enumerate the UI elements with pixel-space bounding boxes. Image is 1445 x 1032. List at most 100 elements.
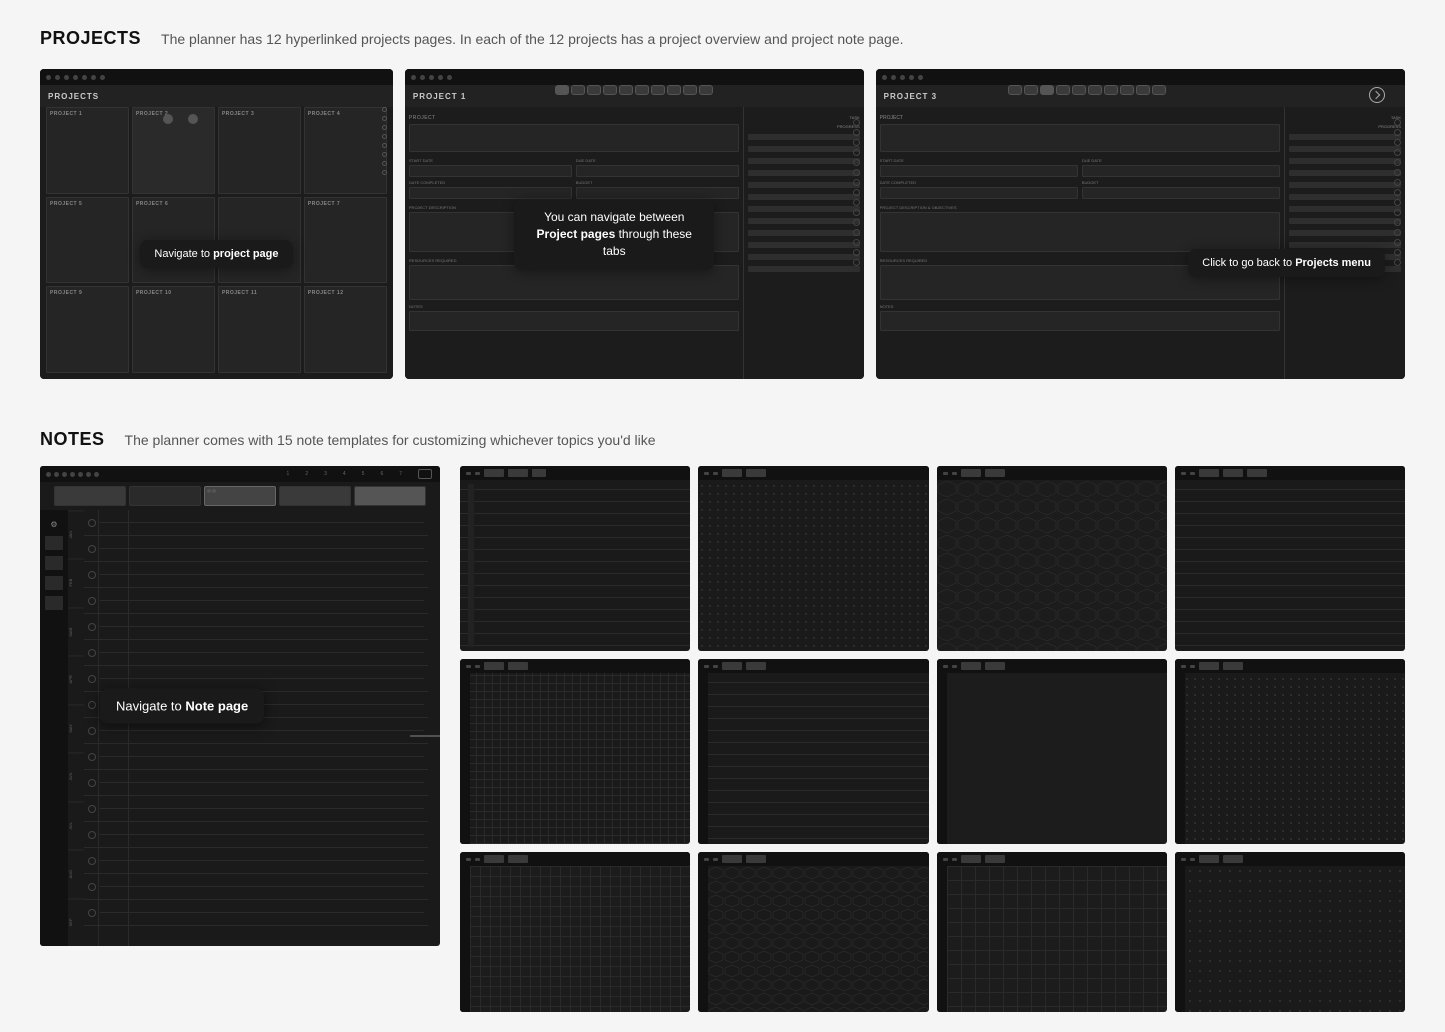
row-circle: [88, 571, 96, 579]
tab-pill[interactable]: [1088, 85, 1102, 95]
tab-pill[interactable]: [1008, 85, 1022, 95]
project-cell[interactable]: PROJECT 12: [304, 286, 387, 373]
task-line: [748, 182, 860, 188]
tab-pill-active[interactable]: [1040, 85, 1054, 95]
task-list: [748, 134, 860, 275]
tab-pill[interactable]: [619, 85, 633, 95]
notes-planner-tabs[interactable]: [50, 482, 430, 510]
note-header-11: [937, 852, 1167, 866]
project-cell[interactable]: PROJECT 11: [218, 286, 301, 373]
sidebar-item-3: [45, 576, 63, 590]
project-cell[interactable]: PROJECT 3: [218, 107, 301, 194]
notes-template-grid: [460, 466, 1405, 1012]
note-template-r3-2: [698, 852, 928, 1012]
tab-pill[interactable]: [1136, 85, 1150, 95]
planner-title-bar-1: PROJECTS: [40, 85, 393, 107]
screenshots-row: PROJECTS PROJECT 1 PROJECT 2 PROJECT 3: [40, 69, 1405, 379]
header-dot: [420, 75, 425, 80]
tab-pill[interactable]: [1152, 85, 1166, 95]
header-dot: [438, 75, 443, 80]
tab-pill[interactable]: [587, 85, 601, 95]
task-line: [748, 146, 860, 152]
left-margin: [468, 480, 474, 647]
row-circle: [88, 753, 96, 761]
month-column: JAN FEB MAR APR MAY JUN JUL AUG SEP: [68, 510, 84, 946]
tab-pill[interactable]: [635, 85, 649, 95]
month-jan: JAN: [68, 510, 84, 558]
tab-pill[interactable]: [651, 85, 665, 95]
planner-title-text-1: PROJECTS: [48, 92, 99, 101]
row-line: [100, 574, 424, 575]
r-circle: [853, 229, 860, 236]
tab-pill[interactable]: [603, 85, 617, 95]
header-dot: [82, 75, 87, 80]
completed-box: [409, 187, 572, 199]
tabs-bar-3[interactable]: [1008, 85, 1166, 95]
note-header-8: [1175, 659, 1405, 673]
row-circle: [88, 701, 96, 709]
month-feb: FEB: [68, 558, 84, 606]
notes-planner-mock: 1 2 3 4 5 6 7: [40, 466, 440, 946]
row-circle: [88, 857, 96, 865]
header-dot: [411, 75, 416, 80]
tab-pill[interactable]: [683, 85, 697, 95]
honeycomb-svg: [937, 480, 1167, 651]
sidebar-item-2: [45, 556, 63, 570]
task-line: [748, 170, 860, 176]
left-panel: [460, 673, 470, 844]
due-date-box: [576, 165, 739, 177]
header-dot: [447, 75, 452, 80]
tab-pill[interactable]: [1056, 85, 1070, 95]
notes-left-panel: 1 2 3 4 5 6 7: [40, 466, 440, 946]
notes-tab-2[interactable]: [129, 486, 201, 506]
row-line: [100, 652, 424, 653]
project-cell[interactable]: PROJECT 10: [132, 286, 215, 373]
notes-tab-active[interactable]: [204, 486, 276, 506]
task-line: [748, 134, 860, 140]
chevron-right-icon: [1372, 91, 1380, 99]
tab-pill[interactable]: [667, 85, 681, 95]
tab-pill[interactable]: [1072, 85, 1086, 95]
row-line: [100, 678, 424, 679]
tab-pill[interactable]: [1104, 85, 1118, 95]
r-circle: [853, 179, 860, 186]
header-dot: [100, 75, 105, 80]
go-back-circle[interactable]: [1369, 87, 1385, 103]
project-cell[interactable]: PROJECT 7: [304, 197, 387, 284]
project-cell[interactable]: PROJECT 4: [304, 107, 387, 194]
notes-tab-4[interactable]: [279, 486, 351, 506]
tab-pill[interactable]: [571, 85, 585, 95]
project-cell[interactable]: PROJECT 9: [46, 286, 129, 373]
navigate-pages-tooltip: You can navigate between Project pages t…: [514, 199, 714, 269]
tab-pill[interactable]: [699, 85, 713, 95]
row-circle: [88, 623, 96, 631]
project-cell[interactable]: PROJECT 5: [46, 197, 129, 284]
planner-header-bar-2: [405, 69, 864, 85]
tab-pill[interactable]: [1024, 85, 1038, 95]
notes-tab-1[interactable]: [54, 486, 126, 506]
tab-pill-active[interactable]: [555, 85, 569, 95]
row-line: [100, 522, 424, 523]
project-cell[interactable]: PROJECT 1: [46, 107, 129, 194]
month-may: MAY: [68, 704, 84, 752]
header-dot: [900, 75, 905, 80]
planner-mock-2: PROJECT 1: [405, 69, 864, 379]
row-circle: [88, 727, 96, 735]
go-back-tooltip: Click to go back to Projects menu: [1188, 249, 1385, 277]
task-line: [748, 242, 860, 248]
project-3-content: PROJECT START DATE DUE DATE: [876, 107, 1405, 379]
side-dot: [382, 161, 387, 166]
note-template-r3-3: [937, 852, 1167, 1012]
notes-row: [84, 510, 428, 536]
r-circle: [853, 139, 860, 146]
tab-pill[interactable]: [1120, 85, 1134, 95]
row-circle: [88, 909, 96, 917]
notes-row: [84, 822, 428, 848]
r-circle: [853, 149, 860, 156]
project-cell[interactable]: PROJECT 2: [132, 107, 215, 194]
note-template-dotted-2: [1175, 659, 1405, 844]
note-header-12: [1175, 852, 1405, 866]
notes-tab-5[interactable]: [354, 486, 426, 506]
tabs-bar-2[interactable]: [555, 85, 713, 95]
planner-title-text-2: PROJECT 1: [413, 92, 466, 101]
